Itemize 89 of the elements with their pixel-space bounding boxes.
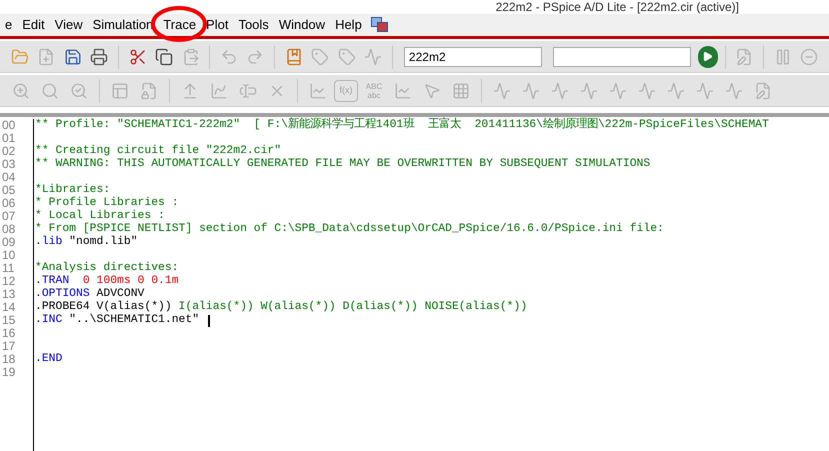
code-text: *Libraries: — [35, 184, 110, 196]
code-text: ** Creating circuit file "222m2.cir" — [35, 145, 282, 158]
spline-chart-icon — [210, 82, 228, 100]
bookmark-icon — [284, 48, 303, 66]
code-text: I(alias(*)) W(alias(*)) D(alias(*)) NOISE(alias(*)) — [178, 301, 528, 314]
clipboard-icon — [182, 48, 200, 66]
tag-icon — [338, 48, 356, 66]
code-text: .END — [35, 353, 62, 366]
file-pencil-icon — [735, 48, 754, 66]
pointer-icon — [423, 82, 441, 100]
line-number: 18 — [1, 353, 16, 366]
line-number: 04 — [1, 171, 16, 184]
line-number: 17 — [1, 340, 16, 353]
line-number: 08 — [1, 223, 16, 236]
line-number: 16 — [1, 327, 16, 340]
waveform-icon — [609, 82, 627, 100]
waveform-icon — [522, 82, 540, 100]
code-text: ** Profile: "SCHEMATIC1-222m2" [ F:\新能源科学与工程1401班 王富太 201411136\绘制原理图\222m-PSpiceFiles\SCHEMAT — [35, 119, 769, 132]
code-text: *Analysis directives: — [35, 262, 179, 275]
text-field[interactable] — [552, 46, 691, 66]
waveform-icon — [364, 48, 382, 66]
file-pencil-icon — [754, 82, 772, 100]
text-field[interactable]: 222m2 — [404, 46, 542, 66]
tag-icon — [311, 48, 330, 66]
line-number: 12 — [1, 275, 16, 288]
code-text: "nomd.lib" — [68, 236, 138, 249]
menu-item[interactable]: e — [0, 15, 18, 35]
menu-item[interactable]: Edit — [17, 15, 50, 35]
line-chart-icon — [394, 82, 412, 100]
printer-icon — [90, 48, 108, 66]
line-number: 01 — [1, 132, 16, 145]
menu-item[interactable]: Tools — [233, 15, 274, 35]
line-number: 10 — [1, 249, 16, 262]
play-icon — [702, 51, 714, 62]
zoom-in-icon — [12, 82, 30, 100]
waveform-icon — [580, 82, 598, 100]
waveform-icon — [493, 82, 511, 100]
file-plus-icon — [37, 48, 56, 66]
line-number: 02 — [1, 145, 16, 158]
minus-circle-icon — [800, 48, 818, 66]
line-chart-icon — [309, 82, 327, 100]
line-number: 03 — [1, 158, 16, 171]
folder-icon — [10, 48, 29, 66]
file-lock-icon — [140, 82, 158, 100]
arrow-up-icon — [181, 82, 199, 100]
windows-icon — [370, 17, 389, 33]
copy-icon — [155, 48, 174, 66]
line-number: 06 — [1, 197, 16, 210]
waveform-icon — [667, 82, 685, 100]
code-text: "..\SCHEMATIC1.net" — [68, 314, 200, 327]
panel-icon — [111, 82, 129, 100]
waveform-icon — [638, 82, 656, 100]
code-text: ** WARNING: THIS AUTOMATICALLY GENERATED FILE MAY BE OVERWRITTEN BY SUBSEQUENT SIMULATIONS — [35, 158, 650, 171]
code-text: * From [PSPICE NETLIST] section of C:\SPB_Data\cdssetup\OrCAD_PSpice/16.6.0/PSpice.ini file: — [35, 223, 664, 236]
code-text: .PROBE64 V(alias(*)) — [35, 301, 172, 314]
code-text: ADVCONV — [96, 288, 144, 300]
grid-icon — [452, 82, 470, 100]
text-cursor-icon — [239, 82, 257, 100]
waveform-icon — [551, 82, 569, 100]
menu-item[interactable]: Window — [274, 15, 330, 35]
redo-icon — [246, 48, 264, 66]
line-number: 14 — [1, 301, 16, 314]
code-text: .OPTIONS — [35, 288, 90, 301]
line-number: 09 — [1, 236, 16, 249]
search-check-icon — [70, 82, 88, 100]
code-text: .TRAN — [35, 275, 70, 288]
code-text: * Profile Libraries : — [35, 197, 179, 210]
line-number: 19 — [1, 366, 16, 379]
line-number: 13 — [1, 288, 16, 301]
undo-icon — [220, 48, 238, 66]
code-text: .lib — [35, 236, 62, 249]
search-icon — [41, 82, 59, 100]
waveform-icon — [725, 82, 743, 100]
line-number: 11 — [1, 262, 14, 275]
code-text: 0 100ms 0 0.1m — [82, 275, 179, 288]
line-number: 00 — [1, 119, 16, 132]
scissors-icon — [128, 48, 147, 66]
run-button[interactable] — [698, 46, 718, 68]
waveform-icon — [696, 82, 714, 100]
menu-item[interactable]: Help — [330, 15, 367, 35]
line-number: 07 — [1, 210, 16, 223]
line-number: 05 — [1, 184, 16, 197]
code-text: * Local Libraries : — [35, 210, 165, 222]
window-title: 222m2 - PSpice A/D Lite - [222m2.cir (active)] — [496, 0, 739, 14]
line-number: 15 — [1, 314, 16, 327]
save-icon — [64, 48, 82, 66]
menu-item[interactable]: Plot — [201, 15, 234, 35]
code-text: .INC — [35, 314, 62, 327]
menu-item[interactable]: View — [50, 15, 88, 35]
